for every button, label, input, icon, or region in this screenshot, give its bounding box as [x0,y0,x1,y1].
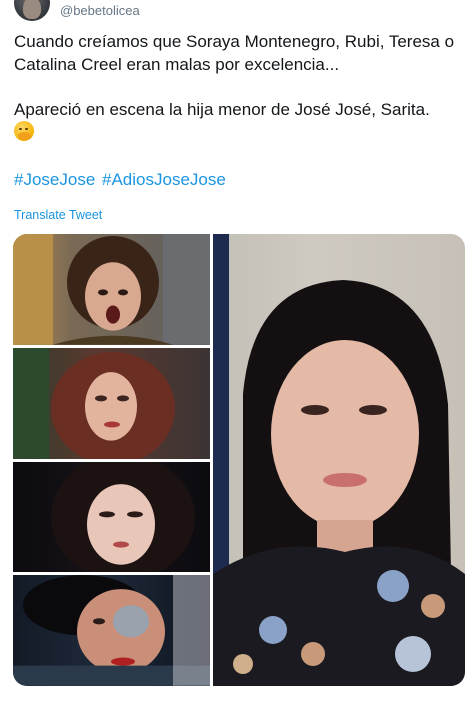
hashtag-josejose[interactable]: #JoseJose [14,170,95,189]
hand-over-mouth-emoji-icon [14,121,34,141]
photo-1[interactable] [13,234,210,345]
tweet-line-2-text: Apareció en escena la hija menor de José… [14,100,430,119]
tweet-header: @bebetolicea [14,0,140,21]
hashtag-adiosjosejose[interactable]: #AdiosJoseJose [102,170,226,189]
media-left-column [13,234,210,686]
media-grid [13,234,465,686]
tweet: @bebetolicea Cuando creíamos que Soraya … [0,0,474,711]
tweet-text: Cuando creíamos que Soraya Montenegro, R… [14,30,464,144]
tweet-line-2: Apareció en escena la hija menor de José… [14,98,464,144]
photo-3[interactable] [13,461,210,573]
photo-4[interactable] [13,575,210,686]
photo-5[interactable] [213,234,465,686]
author-handle[interactable]: @bebetolicea [60,3,140,18]
hashtags: #JoseJose #AdiosJoseJose [14,170,228,190]
translate-tweet-link[interactable]: Translate Tweet [14,208,102,222]
avatar[interactable] [14,0,50,21]
photo-2[interactable] [13,347,210,459]
tweet-line-1: Cuando creíamos que Soraya Montenegro, R… [14,32,455,74]
